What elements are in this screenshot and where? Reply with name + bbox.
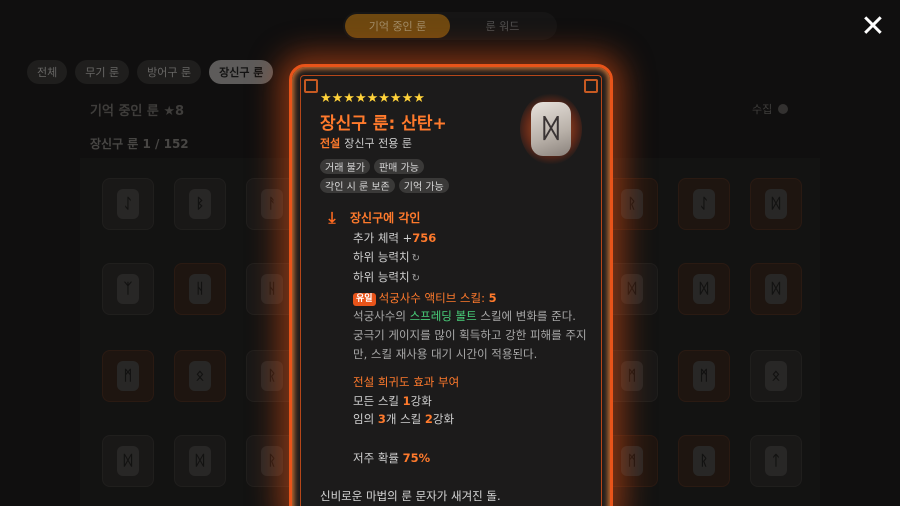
rune-glyph-icon: ᚱ: [693, 446, 715, 476]
rune-stone-icon: ᛞ: [516, 89, 586, 169]
frame-corner-ornament: [584, 79, 598, 93]
rune-glyph-icon: ᛏ: [765, 446, 787, 476]
curse-chance-line: 저주 확률 75%: [353, 450, 431, 465]
download-arrow-icon: ⤓: [328, 207, 336, 227]
tag-preserve-on-engrave: 각인 시 룬 보존: [320, 178, 395, 193]
rune-detail-popup: ★★★★★★★★★ 장신구 룬: 산탄+ 전설 장신구 전용 룬 ᛞ 거래 불가 …: [289, 64, 613, 506]
filter-bar: 전체 무기 룬 방어구 룬 장신구 룬: [27, 60, 274, 84]
rune-glyph: ᛞ: [543, 114, 559, 144]
tag-rememberable: 기억 가능: [398, 178, 449, 193]
rune-glyph-icon: ᚺ: [189, 274, 211, 304]
rune-glyph-icon: ᚱ: [261, 446, 283, 476]
unique-badge: 유일: [353, 292, 376, 306]
rune-tile[interactable]: ᛞ: [606, 263, 658, 315]
rune-glyph-icon: ᛞ: [189, 446, 211, 476]
rune-glyph-icon: ᛇ: [693, 189, 715, 219]
tag-untradable: 거래 불가: [320, 159, 370, 174]
rune-glyph-icon: ᚺ: [261, 274, 283, 304]
rune-type: 장신구 전용 룬: [344, 137, 412, 150]
rune-tile[interactable]: ᛇ: [102, 178, 154, 230]
stat-line: 추가 체력 +756: [353, 231, 437, 245]
rune-glyph-icon: ᛞ: [765, 189, 787, 219]
rune-tile[interactable]: ᚱ: [606, 178, 658, 230]
rune-tile[interactable]: ᛗ: [102, 350, 154, 402]
filter-armor-runes[interactable]: 방어구 룬: [137, 60, 202, 84]
top-tab-bar: 기억 중인 룬 룬 워드: [343, 12, 557, 40]
rune-glyph-icon: ᛒ: [189, 189, 211, 219]
rune-tile[interactable]: ᛗ: [678, 350, 730, 402]
unique-skill-line: 유일 석궁사수 액티브 스킬: 5: [353, 289, 593, 308]
rune-glyph-icon: ᚱ: [621, 189, 643, 219]
rune-glyph-icon: ᚱ: [261, 361, 283, 391]
rune-glyph-icon: ᛞ: [117, 446, 139, 476]
collect-label: 수집: [752, 103, 773, 116]
rune-grade: 전설: [320, 137, 341, 150]
rune-tags: 거래 불가 판매 가능 각인 시 룬 보존 기억 가능: [320, 159, 500, 193]
rune-glyph-icon: ᛗ: [693, 361, 715, 391]
rune-glyph-icon: ᛞ: [621, 274, 643, 304]
filter-accessory-runes[interactable]: 장신구 룬: [209, 60, 274, 84]
rune-tile[interactable]: ᛞ: [102, 435, 154, 487]
effect-line: 석궁사수의 스프레딩 볼트 스킬에 변화를 준다.: [353, 309, 576, 324]
refresh-icon: ↻: [411, 273, 420, 285]
rune-count-label: 장신구 룬 1 / 152: [90, 137, 189, 151]
toggle-dot-icon: [778, 104, 789, 114]
rune-stone: ᛞ: [531, 102, 571, 156]
legend-effect-line: 모든 스킬 1강화: [353, 393, 432, 408]
effect-line: 궁극기 게이지를 많이 획득하고 강한 피해를 주지만, 스킬 재사용 대기 시…: [353, 327, 587, 361]
sub-stat-line: 하위 능력치 ↻: [353, 249, 420, 264]
rune-glyph-icon: ᛗ: [621, 361, 643, 391]
rune-tile[interactable]: ᛒ: [174, 178, 226, 230]
rune-glyph-icon: ᛟ: [765, 361, 787, 391]
engrave-header: ⤓ 장신구에 각인: [324, 209, 420, 226]
collect-toggle[interactable]: 수집: [752, 101, 789, 117]
rune-tile[interactable]: ᛞ: [750, 178, 802, 230]
rune-tile[interactable]: ᚺ: [174, 263, 226, 315]
rune-tile[interactable]: ᛟ: [750, 350, 802, 402]
rune-glyph-icon: ᛇ: [117, 189, 139, 219]
rune-description: 신비로운 마법의 룬 문자가 새겨진 돌.: [320, 489, 501, 503]
rune-tile[interactable]: ᛞ: [750, 263, 802, 315]
legend-effect-line: 임의 3개 스킬 2강화: [353, 412, 455, 427]
frame-corner-ornament: [304, 79, 318, 93]
sub-stat-line: 하위 능력치 ↻: [353, 270, 420, 285]
rune-type-line: 전설 장신구 전용 룬: [320, 135, 412, 151]
rune-glyph-icon: ᛗ: [117, 361, 139, 391]
rune-tile[interactable]: ᛉ: [102, 263, 154, 315]
refresh-icon: ↻: [411, 252, 420, 264]
filter-weapon-runes[interactable]: 무기 룬: [75, 60, 130, 84]
rune-tile[interactable]: ᚱ: [678, 435, 730, 487]
rune-tile[interactable]: ᛟ: [174, 350, 226, 402]
rune-title: 장신구 룬: 산탄+: [320, 114, 447, 134]
filter-all[interactable]: 전체: [27, 60, 68, 84]
rune-tile[interactable]: ᛗ: [606, 350, 658, 402]
rune-glyph-icon: ᛞ: [693, 274, 715, 304]
engrave-title: 장신구에 각인: [350, 211, 421, 225]
tag-sellable: 판매 가능: [373, 159, 424, 174]
close-icon: ✕: [860, 9, 886, 44]
rune-tile[interactable]: ᛏ: [750, 435, 802, 487]
rune-glyph-icon: ᛟ: [189, 361, 211, 391]
legend-effect-title: 전설 희귀도 효과 부여: [353, 375, 460, 390]
rune-glyph-icon: ᛉ: [117, 274, 139, 304]
rune-tile[interactable]: ᛞ: [678, 263, 730, 315]
rune-tile[interactable]: ᛞ: [174, 435, 226, 487]
section-title: 기억 중인 룬 ★8: [90, 104, 185, 119]
rune-glyph-icon: ᛞ: [765, 274, 787, 304]
close-button[interactable]: ✕: [858, 12, 888, 42]
rune-glyph-icon: ᚨ: [261, 189, 283, 219]
tab-remembered-runes[interactable]: 기억 중인 룬: [345, 14, 450, 38]
rune-tile[interactable]: ᛇ: [678, 178, 730, 230]
rune-tile[interactable]: ᛗ: [606, 435, 658, 487]
rune-glyph-icon: ᛗ: [621, 446, 643, 476]
rune-effects: 추가 체력 +756 하위 능력치 ↻ 하위 능력치 ↻ 유일 석궁사수 액티브 스킬…: [353, 229, 593, 468]
star-rating: ★★★★★★★★★: [320, 91, 425, 106]
tab-rune-words[interactable]: 룬 워드: [450, 14, 555, 38]
